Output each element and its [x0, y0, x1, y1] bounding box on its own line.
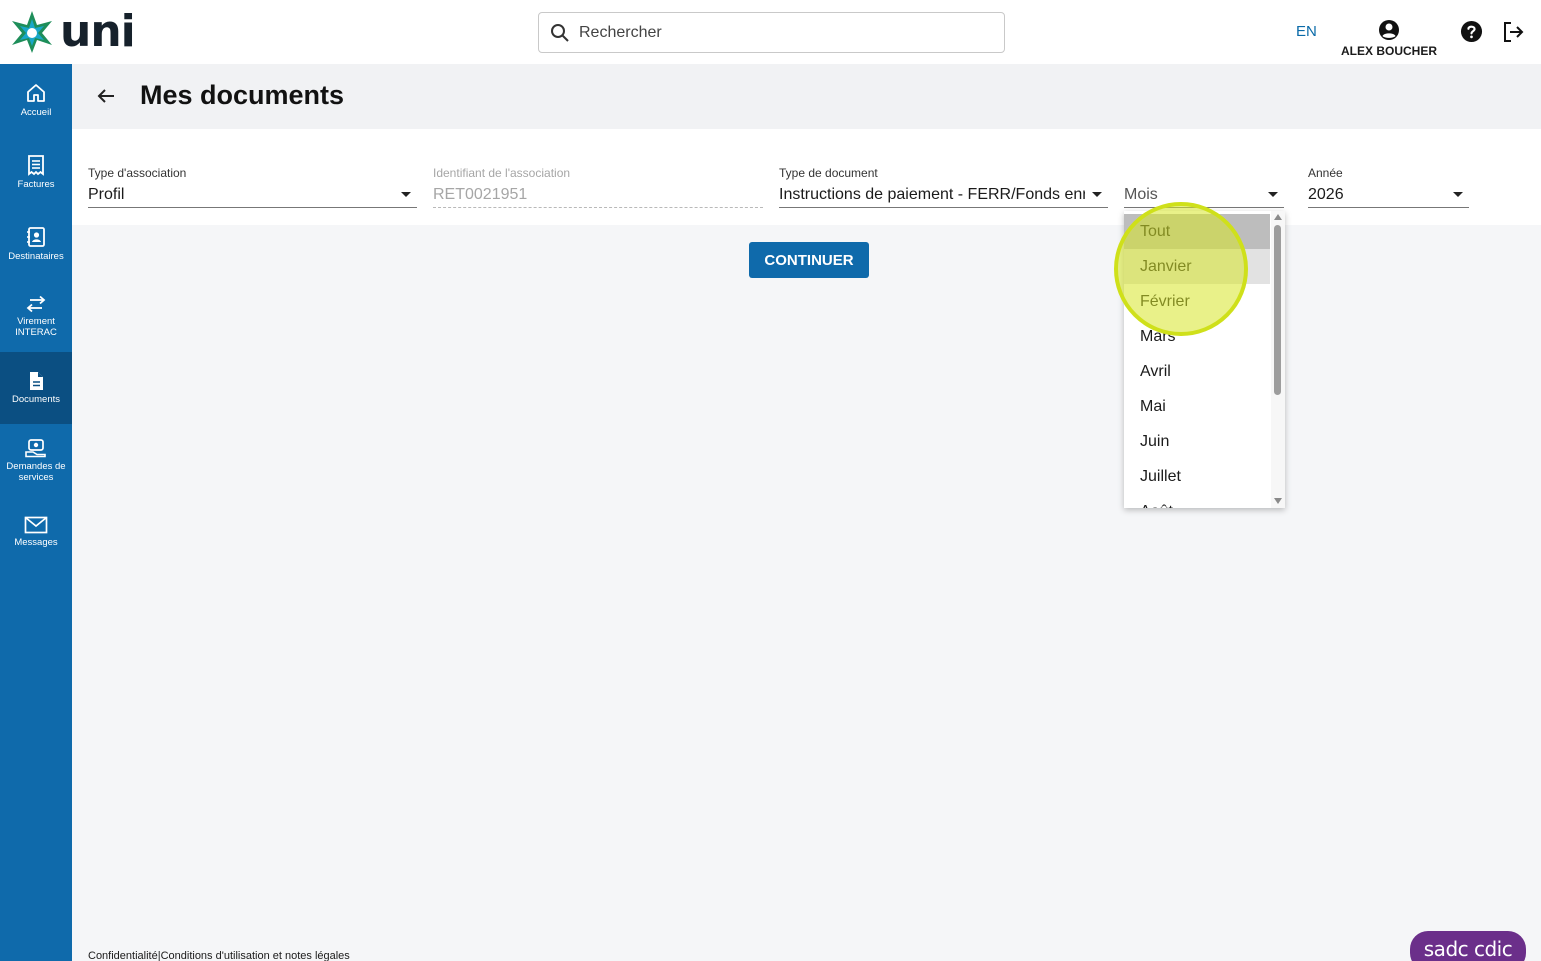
help-button[interactable] — [1460, 20, 1483, 48]
month-option-fevrier[interactable]: Février — [1124, 284, 1270, 319]
logout-icon — [1504, 22, 1524, 42]
month-select[interactable]: Mois — [1124, 166, 1284, 208]
search-input[interactable] — [579, 23, 979, 42]
arrow-left-icon — [97, 89, 114, 103]
sidebar-item-destinataires[interactable]: Destinataires — [0, 208, 72, 280]
field-label: Identifiant de l'association — [433, 166, 571, 180]
help-icon — [1460, 20, 1483, 43]
search-icon — [551, 23, 569, 42]
sidebar-item-label: Destinataires — [8, 251, 64, 262]
page-title: Mes documents — [140, 80, 345, 110]
sidebar-item-demandes-services[interactable]: Demandes de services — [0, 424, 72, 496]
sidebar-item-label: Messages — [14, 537, 58, 548]
back-button[interactable] — [96, 86, 116, 111]
dropdown-scrollbar[interactable] — [1271, 211, 1285, 508]
envelope-icon — [24, 516, 48, 534]
sidebar-item-label: Demandes de services — [6, 460, 66, 483]
field-underline — [779, 207, 1108, 208]
sidebar-item-label: Accueil — [20, 107, 52, 118]
sidebar-item-label: Factures — [17, 179, 55, 190]
field-underline — [88, 207, 417, 208]
sidebar-item-factures[interactable]: Factures — [0, 136, 72, 208]
field-value: Mois — [1124, 186, 1158, 203]
continue-button[interactable]: CONTINUER — [749, 242, 869, 278]
sidebar-nav: Accueil Factures Destinataires Virement … — [0, 64, 72, 961]
sidebar-item-messages[interactable]: Messages — [0, 496, 72, 568]
receipt-icon — [28, 155, 44, 176]
uni-logo[interactable]: uni — [8, 6, 136, 57]
search-box[interactable] — [538, 12, 1005, 53]
association-id-field: Identifiant de l'association RET0021951 — [433, 166, 763, 208]
month-option-mars[interactable]: Mars — [1124, 319, 1270, 354]
field-underline — [1124, 207, 1284, 208]
month-option-juin[interactable]: Juin — [1124, 424, 1270, 459]
association-type-select[interactable]: Type d'association Profil — [88, 166, 417, 208]
field-label — [1124, 166, 1284, 180]
dropdown-caret-icon — [1268, 192, 1278, 197]
user-menu[interactable]: ALEX BOUCHER — [1340, 19, 1438, 58]
contacts-icon — [27, 227, 45, 247]
top-header: uni EN ALEX BOUCHER — [0, 0, 1541, 64]
field-value: RET0021951 — [433, 186, 528, 203]
account-circle-icon — [1379, 20, 1399, 40]
sidebar-item-documents[interactable]: Documents — [0, 352, 72, 424]
document-type-select[interactable]: Type de document Instructions de paiemen… — [779, 166, 1108, 208]
field-label: Type d'association — [88, 166, 187, 180]
sidebar-item-label: Documents — [11, 394, 61, 405]
month-option-avril[interactable]: Avril — [1124, 354, 1270, 389]
month-option-janvier[interactable]: Janvier — [1124, 249, 1270, 284]
scrollbar-thumb[interactable] — [1274, 225, 1281, 395]
field-underline — [433, 207, 763, 208]
field-value: Instructions de paiement - FERR/Fonds en… — [779, 186, 1085, 203]
document-filter-form: Type d'association Profil Identifiant de… — [72, 129, 1541, 225]
dropdown-caret-icon — [1092, 192, 1102, 197]
month-option-juillet[interactable]: Juillet — [1124, 459, 1270, 494]
document-icon — [30, 372, 43, 390]
logout-button[interactable] — [1501, 20, 1525, 49]
privacy-link[interactable]: Confidentialité — [88, 950, 158, 961]
language-toggle[interactable]: EN — [1296, 23, 1317, 40]
year-select[interactable]: Année 2026 — [1308, 166, 1469, 208]
terms-link[interactable]: Conditions d'utilisation et notes légale… — [161, 950, 350, 961]
scroll-down-arrow-icon[interactable] — [1274, 498, 1282, 504]
field-label: Année — [1308, 166, 1343, 180]
month-option-tout[interactable]: Tout — [1124, 214, 1270, 249]
star-logo-icon — [12, 11, 52, 53]
cdic-badge[interactable]: sadc cdic — [1410, 931, 1526, 961]
sidebar-item-virement-interac[interactable]: Virement INTERAC — [0, 280, 72, 352]
transfer-arrows-icon — [26, 295, 46, 312]
month-option-mai[interactable]: Mai — [1124, 389, 1270, 424]
logo-text: uni — [60, 6, 136, 57]
dropdown-caret-icon — [1453, 192, 1463, 197]
field-underline — [1308, 207, 1469, 208]
footer-links: Confidentialité|Conditions d'utilisation… — [88, 950, 350, 961]
field-value: Profil — [88, 186, 125, 203]
sidebar-item-accueil[interactable]: Accueil — [0, 64, 72, 136]
home-icon — [27, 84, 45, 102]
field-value: 2026 — [1308, 186, 1344, 203]
dropdown-caret-icon — [401, 192, 411, 197]
month-dropdown-list: Tout Janvier Février Mars Avril Mai Juin… — [1124, 211, 1285, 508]
scroll-up-arrow-icon[interactable] — [1274, 214, 1282, 220]
month-option-aout[interactable]: Août — [1124, 494, 1270, 508]
field-label: Type de document — [779, 166, 878, 180]
service-request-icon — [25, 438, 46, 457]
sidebar-item-label: Virement INTERAC — [15, 315, 57, 338]
user-name: ALEX BOUCHER — [1340, 44, 1437, 58]
